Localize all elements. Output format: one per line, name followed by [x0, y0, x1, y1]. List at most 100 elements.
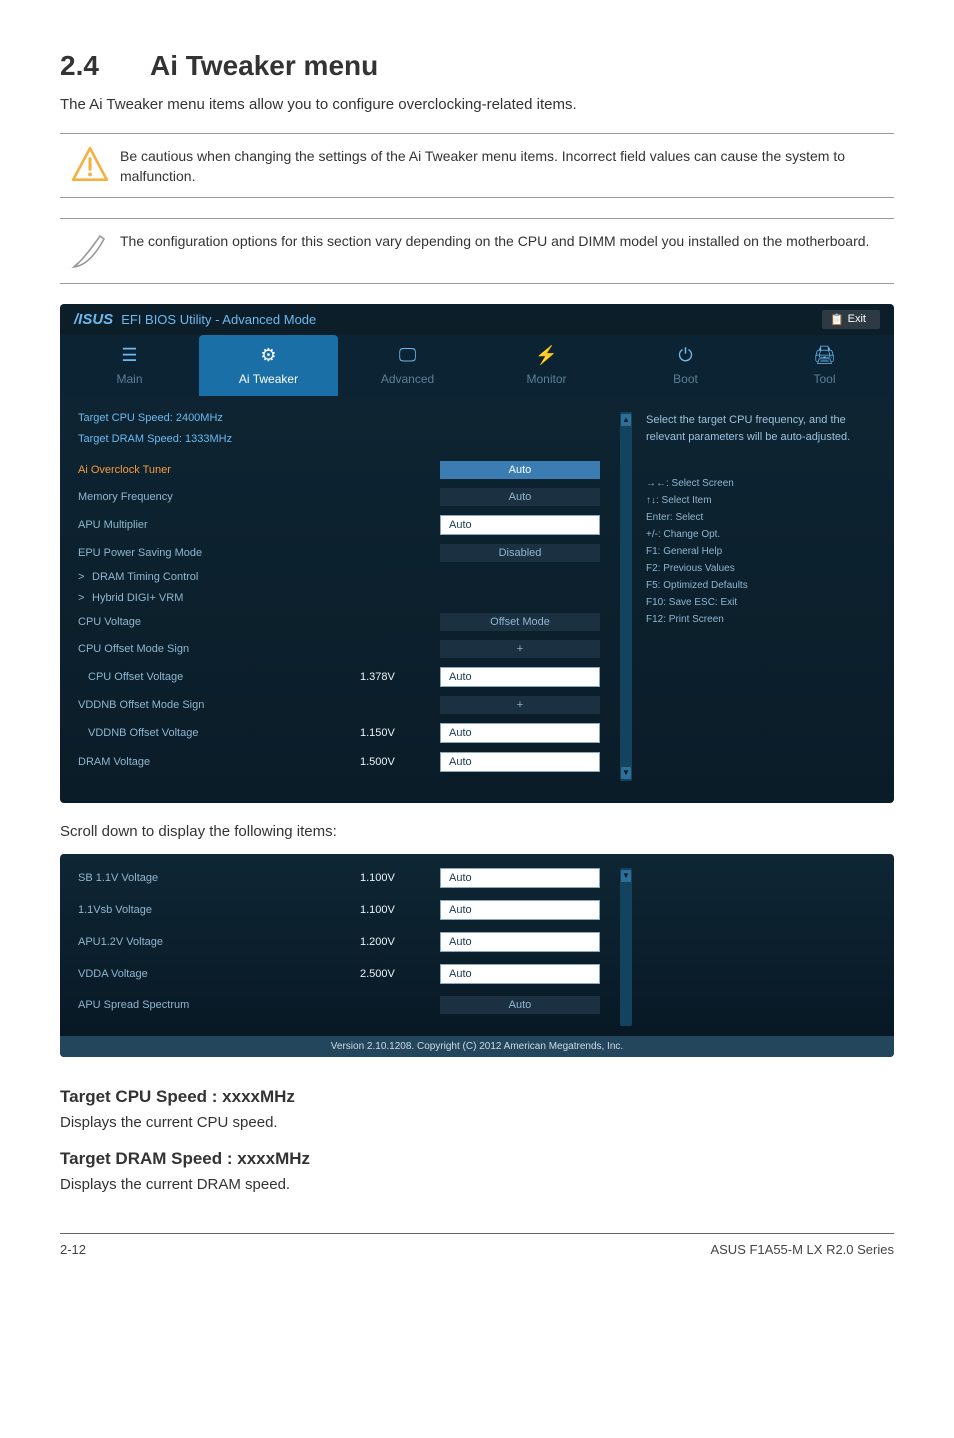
bios-help-panel: Select the target CPU frequency, and the… — [646, 412, 876, 781]
target-dram-speed: Target DRAM Speed: 1333MHz — [78, 433, 600, 445]
mid-vdda: 2.500V — [360, 968, 440, 980]
scroll-down-icon[interactable]: ▼ — [621, 767, 631, 779]
bios-settings-panel: Target CPU Speed: 2400MHz Target DRAM Sp… — [78, 412, 600, 781]
value-spread[interactable]: Auto — [440, 996, 600, 1014]
section-target-dram-speed-heading: Target DRAM Speed : xxxxMHz — [60, 1149, 894, 1169]
bios-title: EFI BIOS Utility - Advanced Mode — [121, 312, 316, 327]
section-target-cpu-speed-heading: Target CPU Speed : xxxxMHz — [60, 1087, 894, 1107]
value-ai-oc[interactable]: Auto — [440, 461, 600, 479]
row-cpu-offset-voltage[interactable]: CPU Offset Voltage 1.378V Auto — [78, 667, 600, 687]
section-target-dram-speed-text: Displays the current DRAM speed. — [60, 1176, 894, 1193]
value-epu[interactable]: Disabled — [440, 544, 600, 562]
tab-advanced[interactable]: 🖵 Advanced — [338, 335, 477, 396]
row-cpu-voltage[interactable]: CPU Voltage Offset Mode — [78, 613, 600, 631]
footer-product-name: ASUS F1A55-M LX R2.0 Series — [710, 1242, 894, 1257]
warning-note-block: Be cautious when changing the settings o… — [60, 133, 894, 198]
row-sb-voltage[interactable]: SB 1.1V Voltage 1.100V Auto — [78, 868, 600, 888]
mid-vsb: 1.100V — [360, 904, 440, 916]
bios-window: /ISUS EFI BIOS Utility - Advanced Mode 📋… — [60, 304, 894, 803]
kb-line: ↑↓: Select Item — [646, 492, 876, 509]
tweaker-icon: ⚙ — [199, 345, 338, 366]
bios-exit-button[interactable]: 📋Exit — [822, 310, 880, 329]
row-epu-power-saving[interactable]: EPU Power Saving Mode Disabled — [78, 544, 600, 562]
row-vsb-voltage[interactable]: 1.1Vsb Voltage 1.100V Auto — [78, 900, 600, 920]
kb-line: +/-: Change Opt. — [646, 526, 876, 543]
bios-version-bar: Version 2.10.1208. Copyright (C) 2012 Am… — [60, 1036, 894, 1057]
label-cpu-off-v: CPU Offset Voltage — [78, 671, 360, 683]
value-cpu-off-v[interactable]: Auto — [440, 667, 600, 687]
bios-window-continued: SB 1.1V Voltage 1.100V Auto 1.1Vsb Volta… — [60, 854, 894, 1057]
help-text: Select the target CPU frequency, and the… — [646, 412, 876, 447]
row-apu-spread-spectrum[interactable]: APU Spread Spectrum Auto — [78, 996, 600, 1014]
value-mem[interactable]: Auto — [440, 488, 600, 506]
advanced-icon: 🖵 — [338, 345, 477, 366]
row-dram-timing-control[interactable]: >DRAM Timing Control — [78, 571, 600, 583]
row-dram-voltage[interactable]: DRAM Voltage 1.500V Auto — [78, 752, 600, 772]
value-vsb[interactable]: Auto — [440, 900, 600, 920]
label-dram-timing: DRAM Timing Control — [92, 571, 198, 583]
target-cpu-speed: Target CPU Speed: 2400MHz — [78, 412, 600, 424]
kb-line: →←: Select Screen — [646, 475, 876, 492]
tab-boot-label: Boot — [673, 372, 698, 386]
row-cpu-offset-sign[interactable]: CPU Offset Mode Sign + — [78, 640, 600, 658]
row-vddnb-sign[interactable]: VDDNB Offset Mode Sign + — [78, 696, 600, 714]
chevron-right-icon: > — [78, 571, 92, 583]
scroll-down-icon[interactable]: ▼ — [621, 870, 631, 882]
scroll-instruction: Scroll down to display the following ite… — [60, 823, 894, 840]
row-vddnb-voltage[interactable]: VDDNB Offset Voltage 1.150V Auto — [78, 723, 600, 743]
mid-dramv: 1.500V — [360, 756, 440, 768]
tab-tool[interactable]: 🖨Tool — [755, 335, 894, 396]
label-hybrid: Hybrid DIGI+ VRM — [92, 592, 183, 604]
tab-boot[interactable]: ⏻ Boot — [616, 335, 755, 396]
scroll-up-icon[interactable]: ▲ — [621, 414, 631, 426]
tool-icon: 🖨 — [755, 345, 894, 366]
label-mem: Memory Frequency — [78, 491, 440, 503]
row-apu12-voltage[interactable]: APU1.2V Voltage 1.200V Auto — [78, 932, 600, 952]
value-sb[interactable]: Auto — [440, 868, 600, 888]
scrollbar[interactable]: ▼ — [620, 868, 632, 1026]
value-dramv[interactable]: Auto — [440, 752, 600, 772]
kb-line: F1: General Help — [646, 543, 876, 560]
scrollbar[interactable]: ▲ ▼ — [620, 412, 632, 781]
mid-cpu-off-v: 1.378V — [360, 671, 440, 683]
row-vdda-voltage[interactable]: VDDA Voltage 2.500V Auto — [78, 964, 600, 984]
label-vdda: VDDA Voltage — [78, 968, 360, 980]
value-cpu-off-sign[interactable]: + — [440, 640, 600, 658]
value-cpuv[interactable]: Offset Mode — [440, 613, 600, 631]
main-icon: ☰ — [60, 345, 199, 366]
config-note-block: The configuration options for this secti… — [60, 218, 894, 284]
boot-icon: ⏻ — [616, 345, 755, 366]
mid-sb: 1.100V — [360, 872, 440, 884]
tab-mon-label: Monitor — [526, 372, 566, 386]
row-apu-multiplier[interactable]: APU Multiplier Auto — [78, 515, 600, 535]
warning-icon — [60, 144, 120, 187]
label-vsb: 1.1Vsb Voltage — [78, 904, 360, 916]
tab-monitor[interactable]: ⚡ Monitor — [477, 335, 616, 396]
label-dramv: DRAM Voltage — [78, 756, 360, 768]
section-target-cpu-speed-text: Displays the current CPU speed. — [60, 1114, 894, 1131]
value-apu12[interactable]: Auto — [440, 932, 600, 952]
row-memory-frequency[interactable]: Memory Frequency Auto — [78, 488, 600, 506]
row-hybrid-digi-vrm[interactable]: >Hybrid DIGI+ VRM — [78, 592, 600, 604]
tab-adv-label: Advanced — [381, 372, 434, 386]
label-cpu-off-sign: CPU Offset Mode Sign — [78, 643, 440, 655]
label-apu: APU Multiplier — [78, 519, 440, 531]
bios-logo: /ISUS — [74, 311, 113, 328]
label-ai-oc: Ai Overclock Tuner — [78, 464, 440, 476]
label-cpuv: CPU Voltage — [78, 616, 440, 628]
tab-main[interactable]: ☰Main — [60, 335, 199, 396]
warning-text: Be cautious when changing the settings o… — [120, 144, 894, 187]
intro-text: The Ai Tweaker menu items allow you to c… — [60, 96, 894, 113]
value-vdda[interactable]: Auto — [440, 964, 600, 984]
row-ai-overclock-tuner[interactable]: Ai Overclock Tuner Auto — [78, 461, 600, 479]
monitor-icon: ⚡ — [477, 345, 616, 366]
tab-ai-tweaker[interactable]: ⚙Ai Tweaker — [199, 335, 338, 396]
value-vddnb-sign[interactable]: + — [440, 696, 600, 714]
kb-line: F2: Previous Values — [646, 560, 876, 577]
value-vddnb-v[interactable]: Auto — [440, 723, 600, 743]
indent-label: CPU Offset Voltage — [78, 671, 183, 683]
kb-line: F10: Save ESC: Exit — [646, 594, 876, 611]
bios-header: /ISUS EFI BIOS Utility - Advanced Mode 📋… — [60, 304, 894, 335]
value-apu[interactable]: Auto — [440, 515, 600, 535]
chevron-right-icon: > — [78, 592, 92, 604]
